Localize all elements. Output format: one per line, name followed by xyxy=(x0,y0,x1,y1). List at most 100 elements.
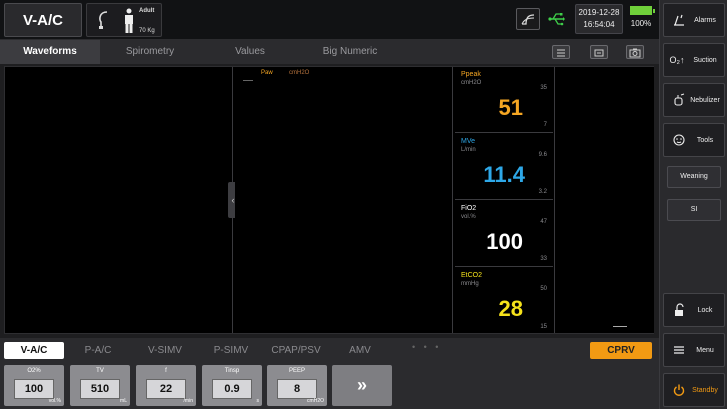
param-name: O2% xyxy=(27,368,41,374)
date-time-display[interactable]: 2019-12-28 16:54:04 xyxy=(575,4,623,34)
menu-button[interactable]: Menu xyxy=(663,333,725,367)
mode-cpap-psv[interactable]: CPAP/PSV xyxy=(264,342,328,359)
param-o2[interactable]: O2% 100 vol.% xyxy=(4,365,64,406)
numeric-low-limit: 15 xyxy=(540,324,547,330)
param-f[interactable]: f 22 /min xyxy=(136,365,196,406)
param-tv[interactable]: TV 510 mL xyxy=(70,365,130,406)
view-tab-bar: Waveforms Spirometry Values Big Numeric xyxy=(0,40,659,64)
tab-waveforms[interactable]: Waveforms xyxy=(0,40,100,64)
numeric-low-limit: 33 xyxy=(540,256,547,262)
numeric-unit: cmH2O xyxy=(461,80,482,86)
cprv-button[interactable]: CPRV xyxy=(590,342,652,359)
weaning-button[interactable]: Weaning xyxy=(667,166,721,188)
param-unit: cmH2O xyxy=(307,398,324,404)
menu-label: Menu xyxy=(696,347,714,354)
numeric-etco2[interactable]: EtCO2 mmHg 50 28 15 xyxy=(455,268,553,334)
patient-type-label: Adult xyxy=(139,8,155,14)
numeric-fio2[interactable]: FiO2 vol.% 47 100 33 xyxy=(455,201,553,267)
numeric-name: Ppeak xyxy=(461,71,481,78)
patient-weight-label: 70 Kg xyxy=(139,28,155,34)
param-peep[interactable]: PEEP 8 cmH2O xyxy=(267,365,327,406)
param-name: Tinsp xyxy=(224,368,240,374)
o2-boost-icon: O₂↑ xyxy=(669,55,685,65)
standby-button[interactable]: Standby xyxy=(663,373,725,407)
tab-values[interactable]: Values xyxy=(200,40,300,64)
lock-label: Lock xyxy=(697,307,713,314)
nebulizer-button[interactable]: Nebulizer xyxy=(663,83,725,117)
tube-hook-icon xyxy=(99,11,108,29)
list-icon[interactable] xyxy=(552,45,570,59)
numeric-unit: vol.% xyxy=(461,214,476,220)
time-label: 16:54:04 xyxy=(583,20,615,29)
numeric-value: 28 xyxy=(498,296,523,321)
mode-v-ac[interactable]: V-A/C xyxy=(4,342,64,359)
tools-button[interactable]: Tools xyxy=(663,123,725,157)
mode-p-ac[interactable]: P-A/C xyxy=(68,342,128,359)
numeric-high-limit: 9.6 xyxy=(538,152,547,158)
numeric-name: MVe xyxy=(461,138,476,145)
alarms-label: Alarms xyxy=(694,17,716,24)
param-unit: mL xyxy=(120,398,127,404)
numeric-high-limit: 50 xyxy=(540,286,547,292)
person-icon xyxy=(125,8,133,33)
lock-button[interactable]: Lock xyxy=(663,293,725,327)
date-label: 2019-12-28 xyxy=(578,8,620,17)
alarms-button[interactable]: Alarms xyxy=(663,3,725,37)
param-value: 510 xyxy=(80,379,120,399)
patient-info-button[interactable]: Adult 70 Kg xyxy=(86,3,162,37)
param-value: 100 xyxy=(14,379,54,399)
battery-percent: 100% xyxy=(630,19,652,28)
suction-label: Suction xyxy=(693,57,717,64)
standby-label: Standby xyxy=(692,387,718,394)
suction-button[interactable]: O₂↑ Suction xyxy=(663,43,725,77)
si-button[interactable]: SI xyxy=(667,199,721,221)
pressure-waveform-panel: Paw cmH2O xyxy=(235,67,453,333)
etco2-waveform-area xyxy=(554,67,654,333)
numeric-unit: mmHg xyxy=(461,281,479,287)
left-waveform-panel xyxy=(5,67,233,333)
mode-v-simv[interactable]: V-SIMV xyxy=(134,342,196,359)
param-unit: /min xyxy=(183,398,193,404)
alarm-bell-icon xyxy=(672,13,686,27)
lock-icon xyxy=(672,303,686,317)
numeric-mve[interactable]: MVe L/min 9.6 11.4 3.2 xyxy=(455,134,553,200)
parameter-bar: O2% 100 vol.% TV 510 mL f 22 /min Tinsp … xyxy=(0,362,659,409)
param-value: 22 xyxy=(146,379,186,399)
camera-icon[interactable] xyxy=(626,45,644,59)
mode-amv[interactable]: AMV xyxy=(332,342,388,359)
mode-p-simv[interactable]: P-SIMV xyxy=(200,342,262,359)
waveform-label: Paw xyxy=(261,70,273,76)
param-tinsp[interactable]: Tinsp 0.9 s xyxy=(202,365,262,406)
right-sidebar: Alarms O₂↑ Suction Nebulizer Tools Weani… xyxy=(659,0,727,409)
numeric-high-limit: 35 xyxy=(540,85,547,91)
more-params-button[interactable]: » xyxy=(332,365,392,406)
top-bar: V-A/C Adult 70 Kg 2019-12-28 16:54:04 10… xyxy=(0,0,659,40)
numeric-ppeak[interactable]: Ppeak cmH2O 35 51 7 xyxy=(455,67,553,133)
usb-status xyxy=(545,8,569,30)
numerics-panel: Ppeak cmH2O 35 51 7 MVe L/min 9.6 11.4 3… xyxy=(455,67,553,333)
param-name: TV xyxy=(96,368,104,374)
battery-icon xyxy=(630,6,655,15)
numeric-value: 100 xyxy=(486,229,523,254)
param-unit: vol.% xyxy=(48,398,61,404)
battery-status: 100% xyxy=(626,6,656,28)
param-value: 0.9 xyxy=(212,379,252,399)
loop-button[interactable] xyxy=(516,8,540,30)
current-mode-button[interactable]: V-A/C xyxy=(4,3,82,37)
tools-label: Tools xyxy=(696,137,714,144)
numeric-name: FiO2 xyxy=(461,205,477,212)
freeze-icon[interactable] xyxy=(590,45,608,59)
etco2-baseline xyxy=(613,326,627,327)
waveform-unit: cmH2O xyxy=(289,70,310,76)
tab-spirometry[interactable]: Spirometry xyxy=(100,40,200,64)
nebulizer-label: Nebulizer xyxy=(690,97,720,104)
more-modes-dots[interactable]: • • • xyxy=(412,342,441,352)
tab-big-numeric[interactable]: Big Numeric xyxy=(300,40,400,64)
param-unit: s xyxy=(256,398,260,404)
numeric-value: 11.4 xyxy=(483,162,525,187)
tools-icon xyxy=(672,133,686,147)
usb-icon xyxy=(548,13,565,26)
menu-icon xyxy=(672,343,686,357)
param-name: PEEP xyxy=(288,368,305,374)
numeric-low-limit: 3.2 xyxy=(538,189,547,195)
